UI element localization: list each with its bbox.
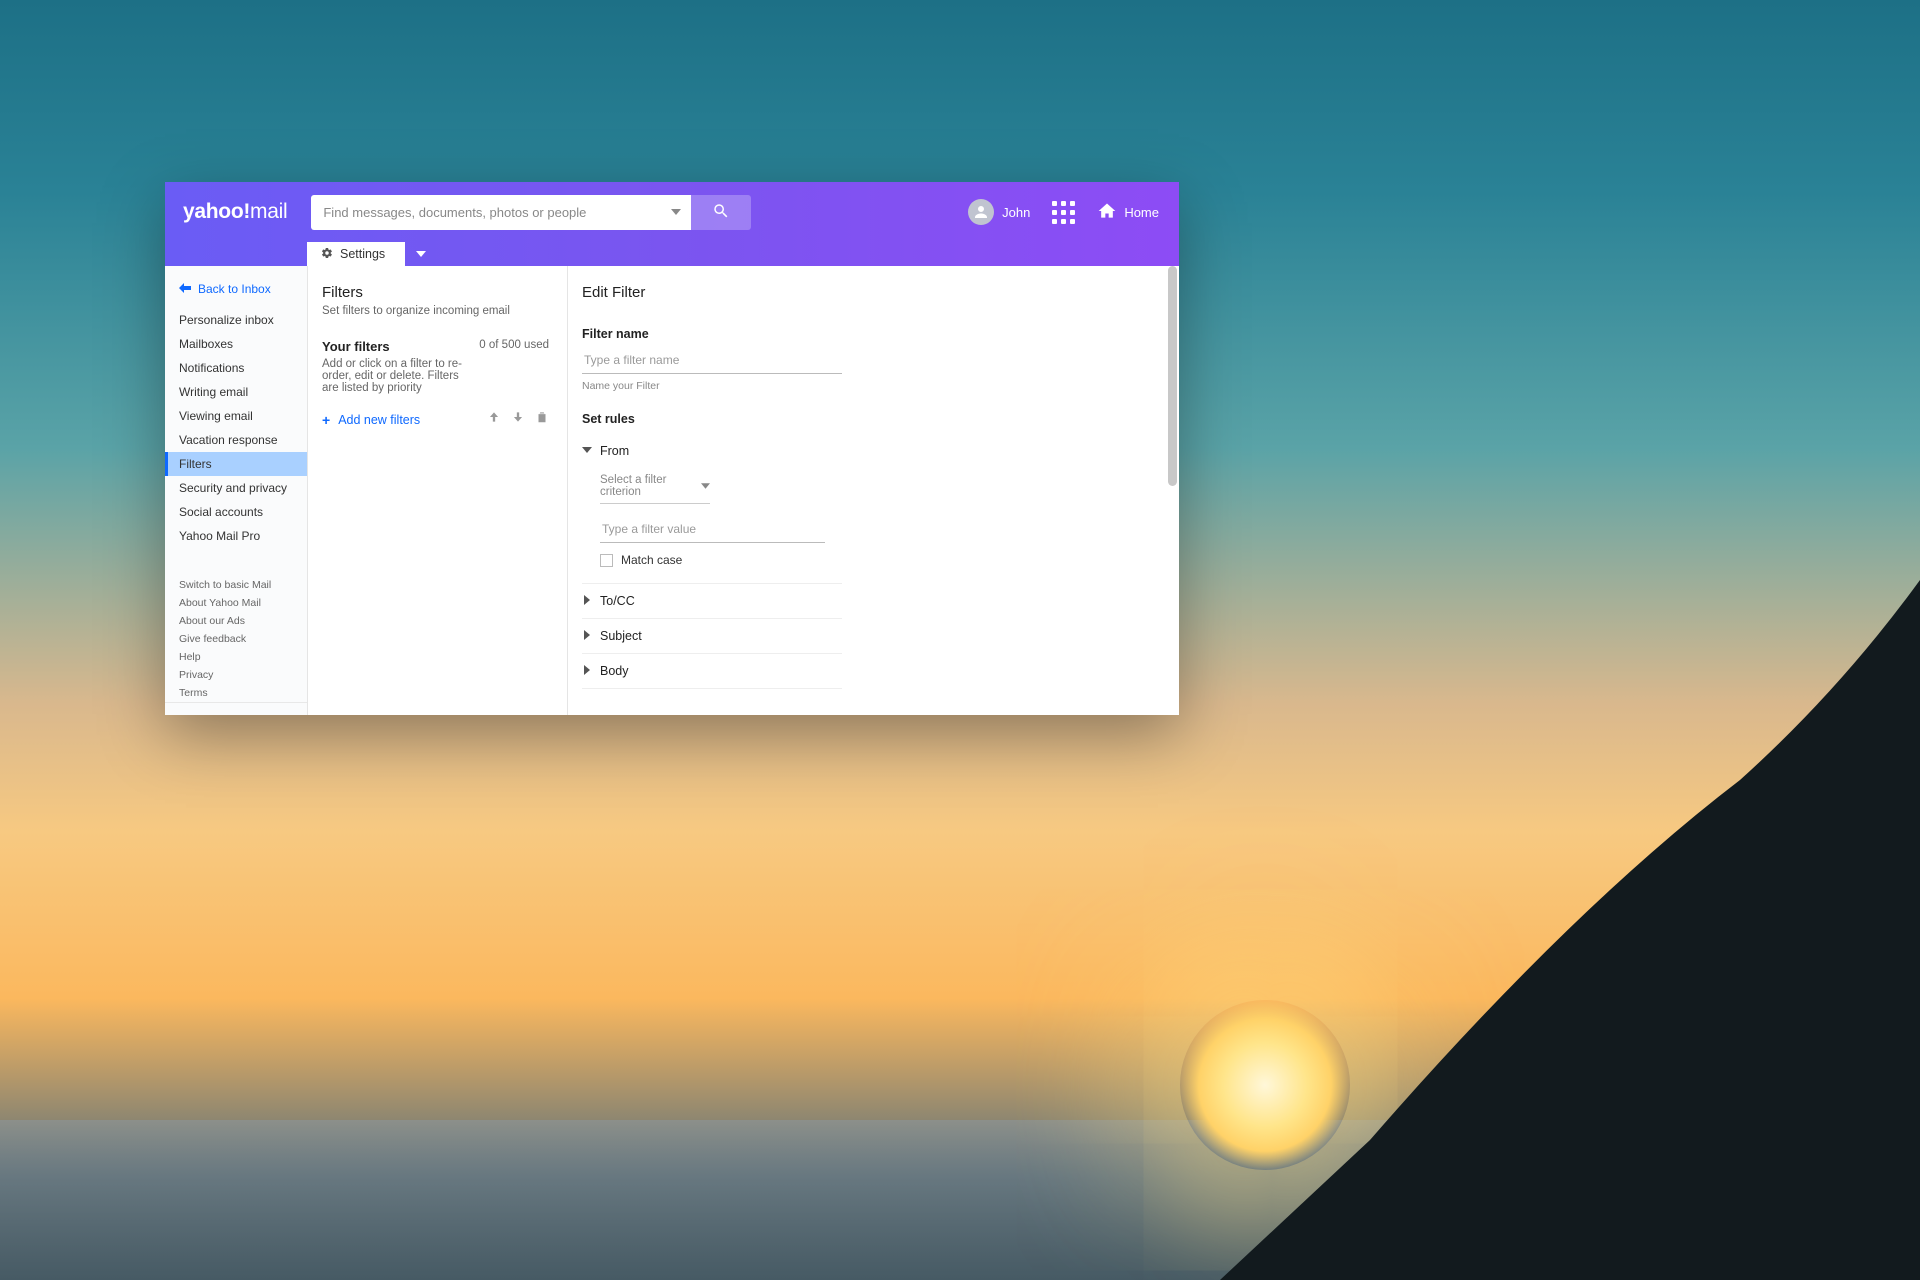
yahoo-mail-logo[interactable]: yahoo!mail — [183, 200, 287, 224]
wallpaper-mountain — [1220, 580, 1920, 1280]
nav-vacation-response[interactable]: Vacation response — [165, 428, 307, 452]
app-window: yahoo!mail — [165, 182, 1179, 715]
add-filter-label: Add new filters — [338, 413, 420, 427]
chevron-down-icon — [582, 444, 592, 458]
gear-icon — [321, 247, 333, 262]
search-box — [311, 195, 691, 230]
your-filters-title: Your filters — [322, 339, 469, 354]
chevron-right-icon — [582, 594, 592, 608]
rule-group-from: From Select a filter criterion Match cas… — [582, 434, 842, 584]
link-help[interactable]: Help — [165, 648, 307, 666]
filter-value-input[interactable] — [600, 518, 825, 543]
nav-mailboxes[interactable]: Mailboxes — [165, 332, 307, 356]
home-label: Home — [1124, 205, 1159, 220]
nav-filters[interactable]: Filters — [165, 452, 307, 476]
filters-list-pane: Filters Set filters to organize incoming… — [308, 266, 568, 715]
nav-social-accounts[interactable]: Social accounts — [165, 500, 307, 524]
filters-subtitle: Set filters to organize incoming email — [322, 305, 549, 317]
chevron-right-icon — [582, 664, 592, 678]
header-right: John Home — [968, 199, 1159, 225]
tab-bar: Settings — [165, 242, 1179, 266]
account-menu[interactable]: John — [968, 199, 1030, 225]
desktop-wallpaper: yahoo!mail — [0, 0, 1920, 1280]
link-about-ads[interactable]: About our Ads — [165, 612, 307, 630]
tab-dropdown[interactable] — [409, 242, 433, 266]
delete-filter-button[interactable] — [535, 410, 549, 429]
back-to-inbox-link[interactable]: Back to Inbox — [165, 278, 307, 308]
user-name: John — [1002, 205, 1030, 220]
tab-settings[interactable]: Settings — [307, 242, 405, 266]
settings-nav: Personalize inbox Mailboxes Notification… — [165, 308, 307, 548]
caret-down-icon — [701, 480, 710, 492]
filters-title: Filters — [322, 284, 549, 301]
arrow-left-icon — [179, 282, 191, 296]
your-filters-desc: Add or click on a filter to re-order, ed… — [322, 358, 469, 394]
scrollbar-thumb[interactable] — [1168, 266, 1177, 486]
app-header: yahoo!mail — [165, 182, 1179, 242]
main-body: Back to Inbox Personalize inbox Mailboxe… — [165, 266, 1179, 715]
match-case-checkbox[interactable] — [600, 554, 613, 567]
rule-body-label: Body — [600, 664, 629, 678]
search-icon — [712, 202, 730, 223]
settings-content: Filters Set filters to organize incoming… — [308, 266, 1179, 715]
search-scope-dropdown[interactable] — [671, 207, 681, 217]
criterion-placeholder: Select a filter criterion — [600, 474, 701, 498]
logo-brand: yahoo! — [183, 200, 250, 223]
set-rules-label: Set rules — [582, 412, 1161, 426]
home-button[interactable]: Home — [1097, 201, 1159, 224]
plus-icon: + — [322, 412, 330, 428]
logo-product: mail — [250, 200, 287, 223]
chevron-right-icon — [582, 629, 592, 643]
storage-usage: 1 TB of storage 0.01 % used — [165, 702, 307, 715]
rule-from-label: From — [600, 444, 629, 458]
rule-subject-label: Subject — [600, 629, 642, 643]
filters-used-count: 0 of 500 used — [479, 339, 549, 351]
rule-group-body: Body — [582, 654, 842, 689]
nav-writing-email[interactable]: Writing email — [165, 380, 307, 404]
move-up-button[interactable] — [487, 410, 501, 429]
nav-notifications[interactable]: Notifications — [165, 356, 307, 380]
filter-name-input[interactable] — [582, 349, 842, 374]
nav-personalize-inbox[interactable]: Personalize inbox — [165, 308, 307, 332]
rule-group-tocc: To/CC — [582, 584, 842, 619]
home-icon — [1097, 201, 1117, 224]
rule-subject-toggle[interactable]: Subject — [582, 629, 842, 643]
edit-filter-title: Edit Filter — [582, 284, 1161, 301]
link-switch-basic[interactable]: Switch to basic Mail — [165, 576, 307, 594]
secondary-links: Switch to basic Mail About Yahoo Mail Ab… — [165, 576, 307, 702]
tab-label: Settings — [340, 247, 385, 261]
link-give-feedback[interactable]: Give feedback — [165, 630, 307, 648]
link-about-yahoomail[interactable]: About Yahoo Mail — [165, 594, 307, 612]
link-privacy[interactable]: Privacy — [165, 666, 307, 684]
link-terms[interactable]: Terms — [165, 684, 307, 702]
search-button[interactable] — [691, 195, 751, 230]
search-wrapper — [311, 195, 751, 230]
rule-group-subject: Subject — [582, 619, 842, 654]
rule-tocc-toggle[interactable]: To/CC — [582, 594, 842, 608]
criterion-select[interactable]: Select a filter criterion — [600, 472, 710, 504]
rule-body-toggle[interactable]: Body — [582, 664, 842, 678]
add-new-filter-link[interactable]: + Add new filters — [322, 412, 420, 428]
search-input[interactable] — [311, 195, 691, 230]
edit-filter-pane: Edit Filter Filter name Name your Filter… — [568, 266, 1179, 715]
filter-actions — [487, 410, 549, 429]
apps-grid-icon[interactable] — [1052, 201, 1075, 224]
nav-viewing-email[interactable]: Viewing email — [165, 404, 307, 428]
back-label: Back to Inbox — [198, 282, 271, 296]
filter-name-label: Filter name — [582, 327, 1161, 341]
nav-security-privacy[interactable]: Security and privacy — [165, 476, 307, 500]
rule-tocc-label: To/CC — [600, 594, 635, 608]
match-case-label: Match case — [621, 553, 682, 567]
rule-from-toggle[interactable]: From — [582, 444, 842, 458]
settings-sidebar: Back to Inbox Personalize inbox Mailboxe… — [165, 266, 308, 715]
avatar — [968, 199, 994, 225]
nav-yahoo-mail-pro[interactable]: Yahoo Mail Pro — [165, 524, 307, 548]
move-down-button[interactable] — [511, 410, 525, 429]
filter-name-helper: Name your Filter — [582, 380, 1161, 392]
